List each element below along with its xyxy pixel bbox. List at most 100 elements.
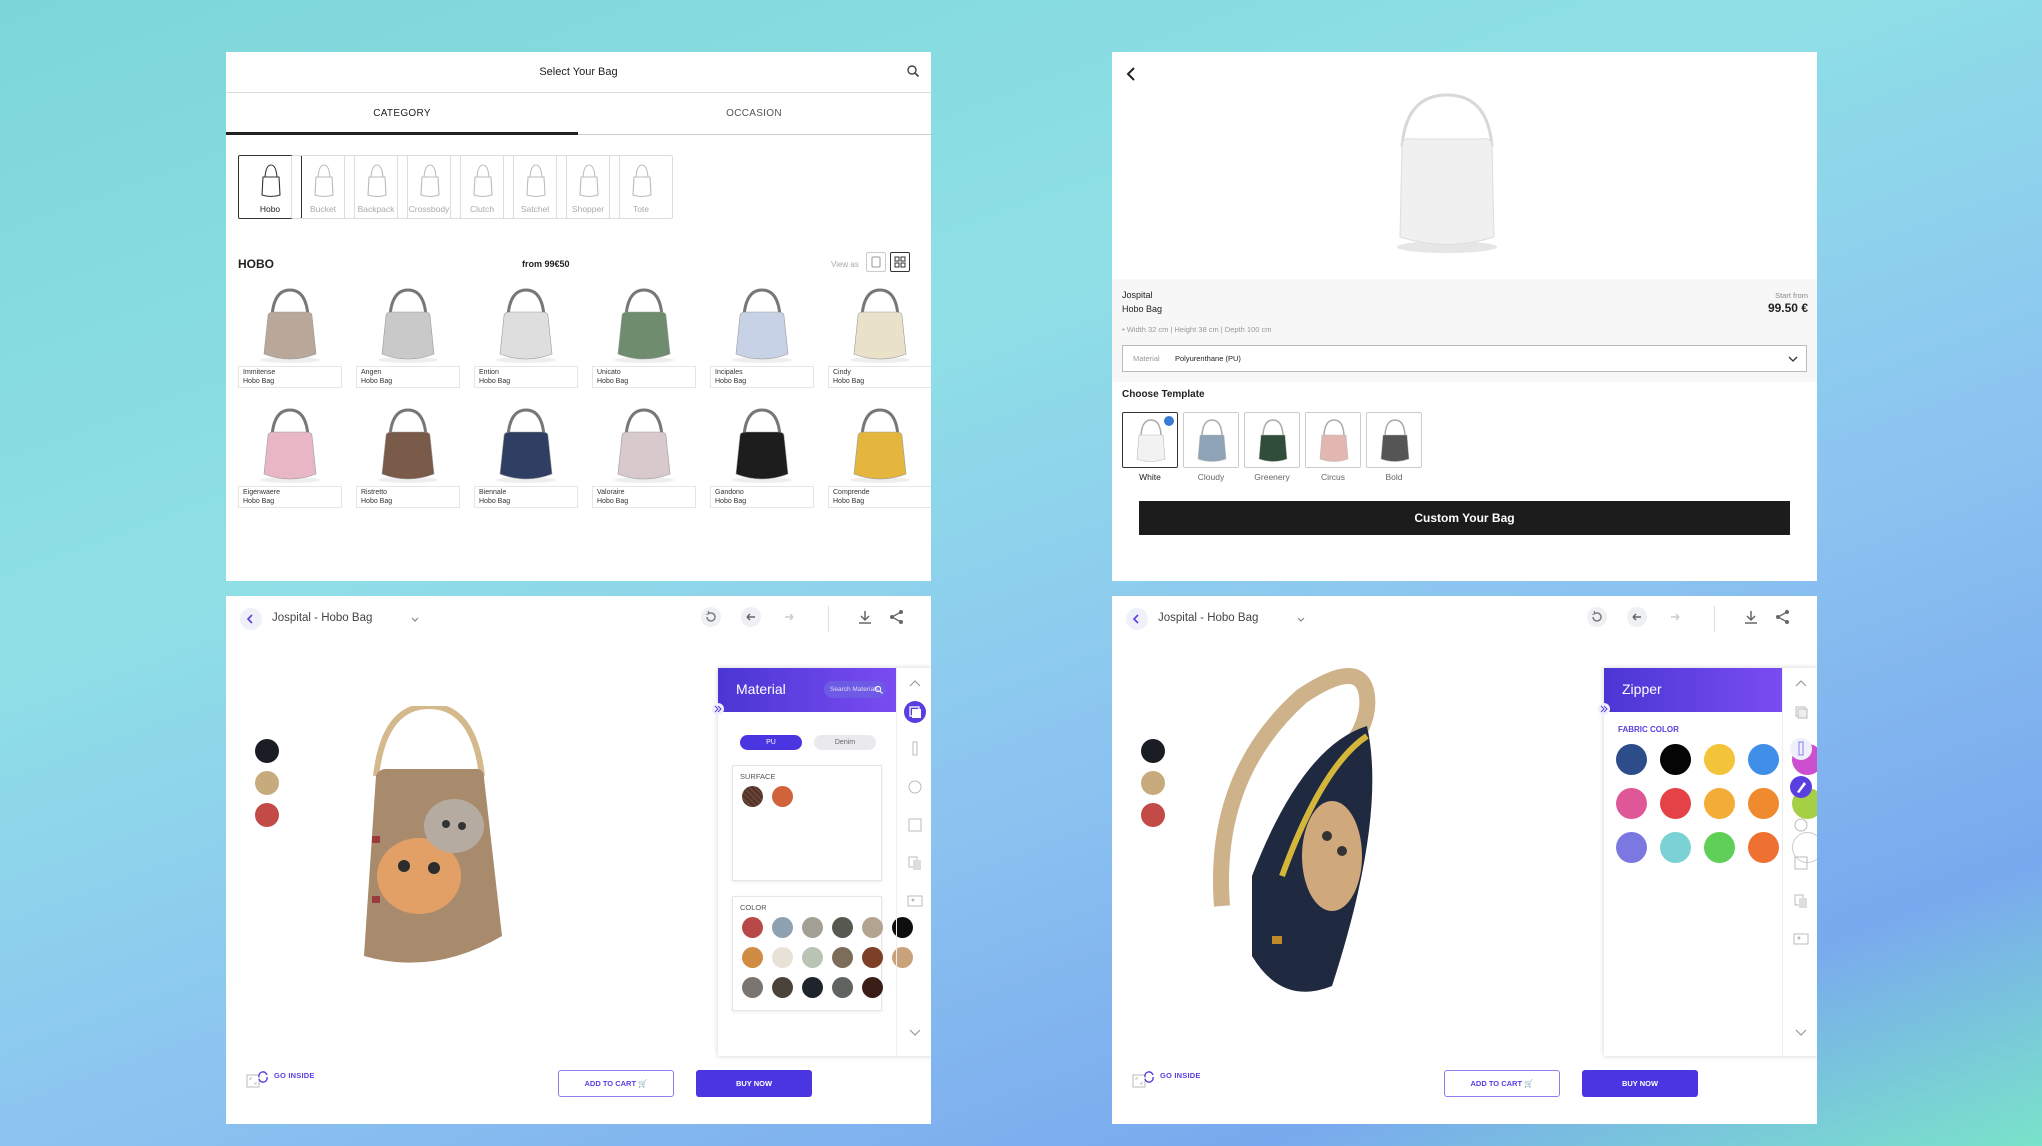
color-swatch[interactable] <box>832 977 853 998</box>
reset-icon[interactable] <box>1586 606 1608 628</box>
fabric-color-swatch[interactable] <box>1704 788 1735 819</box>
variant-swatch[interactable] <box>1141 803 1165 827</box>
product-title[interactable]: Jospital - Hobo Bag <box>1158 612 1258 624</box>
tab-occasion[interactable]: OCCASION <box>578 108 930 119</box>
product-card[interactable]: Eigenwaere Hobo Bag <box>238 404 342 514</box>
download-icon[interactable] <box>854 606 876 628</box>
fabric-color-swatch[interactable] <box>1616 744 1647 775</box>
image-tool-icon[interactable] <box>904 890 926 912</box>
zipper-tool-icon[interactable] <box>904 738 926 760</box>
reset-icon[interactable] <box>700 606 722 628</box>
product-card[interactable]: Valoraire Hobo Bag <box>592 404 696 514</box>
collapse-icon[interactable] <box>711 702 725 716</box>
zipper-tool-icon[interactable] <box>1790 738 1812 760</box>
fabric-color-swatch[interactable] <box>1660 788 1691 819</box>
color-swatch[interactable] <box>862 977 883 998</box>
color-swatch[interactable] <box>862 917 883 938</box>
share-icon[interactable] <box>886 606 908 628</box>
template-greenery[interactable] <box>1244 412 1300 468</box>
product-card[interactable]: Cindy Hobo Bag <box>828 284 931 394</box>
undo-icon[interactable] <box>1626 606 1648 628</box>
variant-swatch[interactable] <box>1141 739 1165 763</box>
product-card[interactable]: Angen Hobo Bag <box>356 284 460 394</box>
layers-tool-icon[interactable] <box>1790 890 1812 912</box>
pattern-tool-icon[interactable] <box>904 776 926 798</box>
layers-tool-icon[interactable] <box>904 852 926 874</box>
add-to-cart-button[interactable]: ADD TO CART 🛒 <box>558 1070 674 1097</box>
color-swatch[interactable] <box>742 917 763 938</box>
add-to-cart-button[interactable]: ADD TO CART 🛒 <box>1444 1070 1560 1097</box>
variant-swatch[interactable] <box>255 739 279 763</box>
product-card[interactable]: Unicato Hobo Bag <box>592 284 696 394</box>
product-card[interactable]: Gandono Hobo Bag <box>710 404 814 514</box>
color-swatch[interactable] <box>742 947 763 968</box>
template-white[interactable] <box>1122 412 1178 468</box>
fabric-color-swatch[interactable] <box>1660 744 1691 775</box>
color-tool-icon[interactable] <box>1790 776 1812 798</box>
product-card[interactable]: Ristretto Hobo Bag <box>356 404 460 514</box>
product-card[interactable]: Ention Hobo Bag <box>474 284 578 394</box>
template-cloudy[interactable] <box>1183 412 1239 468</box>
fabric-color-swatch[interactable] <box>1616 832 1647 863</box>
chevron-down-icon[interactable] <box>1296 614 1306 624</box>
redo-icon[interactable] <box>778 606 800 628</box>
fabric-color-swatch[interactable] <box>1660 832 1691 863</box>
product-card[interactable]: Comprende Hobo Bag <box>828 404 931 514</box>
variant-swatch[interactable] <box>1141 771 1165 795</box>
pill-denim[interactable]: Denim <box>814 735 876 750</box>
undo-icon[interactable] <box>740 606 762 628</box>
product-title[interactable]: Jospital - Hobo Bag <box>272 612 372 624</box>
material-select[interactable]: Material Polyurenthane (PU) <box>1122 345 1807 372</box>
back-button[interactable] <box>1126 608 1148 630</box>
chevron-down-icon[interactable] <box>410 614 420 624</box>
chevron-up-icon[interactable] <box>1794 678 1808 688</box>
variant-swatch[interactable] <box>255 771 279 795</box>
tab-category[interactable]: CATEGORY <box>226 108 578 119</box>
list-view-icon[interactable] <box>866 252 886 272</box>
download-icon[interactable] <box>1740 606 1762 628</box>
rotate-icon[interactable] <box>256 1070 270 1084</box>
color-swatch[interactable] <box>832 917 853 938</box>
bag-3d-preview[interactable] <box>334 706 524 996</box>
chevron-up-icon[interactable] <box>908 678 922 688</box>
pill-pu[interactable]: PU <box>740 735 802 750</box>
surface-swatch[interactable] <box>772 786 793 807</box>
template-bold[interactable] <box>1366 412 1422 468</box>
color-swatch[interactable] <box>772 947 793 968</box>
back-arrow-icon[interactable] <box>1124 66 1140 82</box>
pattern-tool-icon[interactable] <box>1790 814 1812 836</box>
chevron-down-icon[interactable] <box>908 1028 922 1038</box>
product-card[interactable]: Immitense Hobo Bag <box>238 284 342 394</box>
bag-3d-preview[interactable] <box>1192 656 1432 1016</box>
product-card[interactable]: Incipales Hobo Bag <box>710 284 814 394</box>
color-swatch[interactable] <box>772 977 793 998</box>
go-inside-link[interactable]: GO INSIDE <box>274 1071 315 1080</box>
fabric-color-swatch[interactable] <box>1748 744 1779 775</box>
material-tool-icon[interactable] <box>1790 701 1812 723</box>
template-circus[interactable] <box>1305 412 1361 468</box>
buy-now-button[interactable]: BUY NOW <box>696 1070 812 1097</box>
color-swatch[interactable] <box>832 947 853 968</box>
color-swatch[interactable] <box>742 977 763 998</box>
color-swatch[interactable] <box>802 947 823 968</box>
grid-view-icon[interactable] <box>890 252 910 272</box>
product-card[interactable]: Biennale Hobo Bag <box>474 404 578 514</box>
redo-icon[interactable] <box>1664 606 1686 628</box>
color-swatch[interactable] <box>772 917 793 938</box>
custom-your-bag-button[interactable]: Custom Your Bag <box>1139 501 1790 535</box>
fabric-color-swatch[interactable] <box>1704 832 1735 863</box>
chevron-down-icon[interactable] <box>1794 1028 1808 1038</box>
color-swatch[interactable] <box>802 977 823 998</box>
fabric-color-swatch[interactable] <box>1616 788 1647 819</box>
collapse-icon[interactable] <box>1597 702 1611 716</box>
variant-swatch[interactable] <box>255 803 279 827</box>
fabric-color-swatch[interactable] <box>1704 744 1735 775</box>
image-tool-icon[interactable] <box>1790 928 1812 950</box>
material-tool-icon[interactable] <box>904 701 926 723</box>
share-icon[interactable] <box>1772 606 1794 628</box>
resize-tool-icon[interactable] <box>1790 852 1812 874</box>
fabric-color-swatch[interactable] <box>1748 832 1779 863</box>
buy-now-button[interactable]: BUY NOW <box>1582 1070 1698 1097</box>
color-swatch[interactable] <box>802 917 823 938</box>
fabric-color-swatch[interactable] <box>1748 788 1779 819</box>
